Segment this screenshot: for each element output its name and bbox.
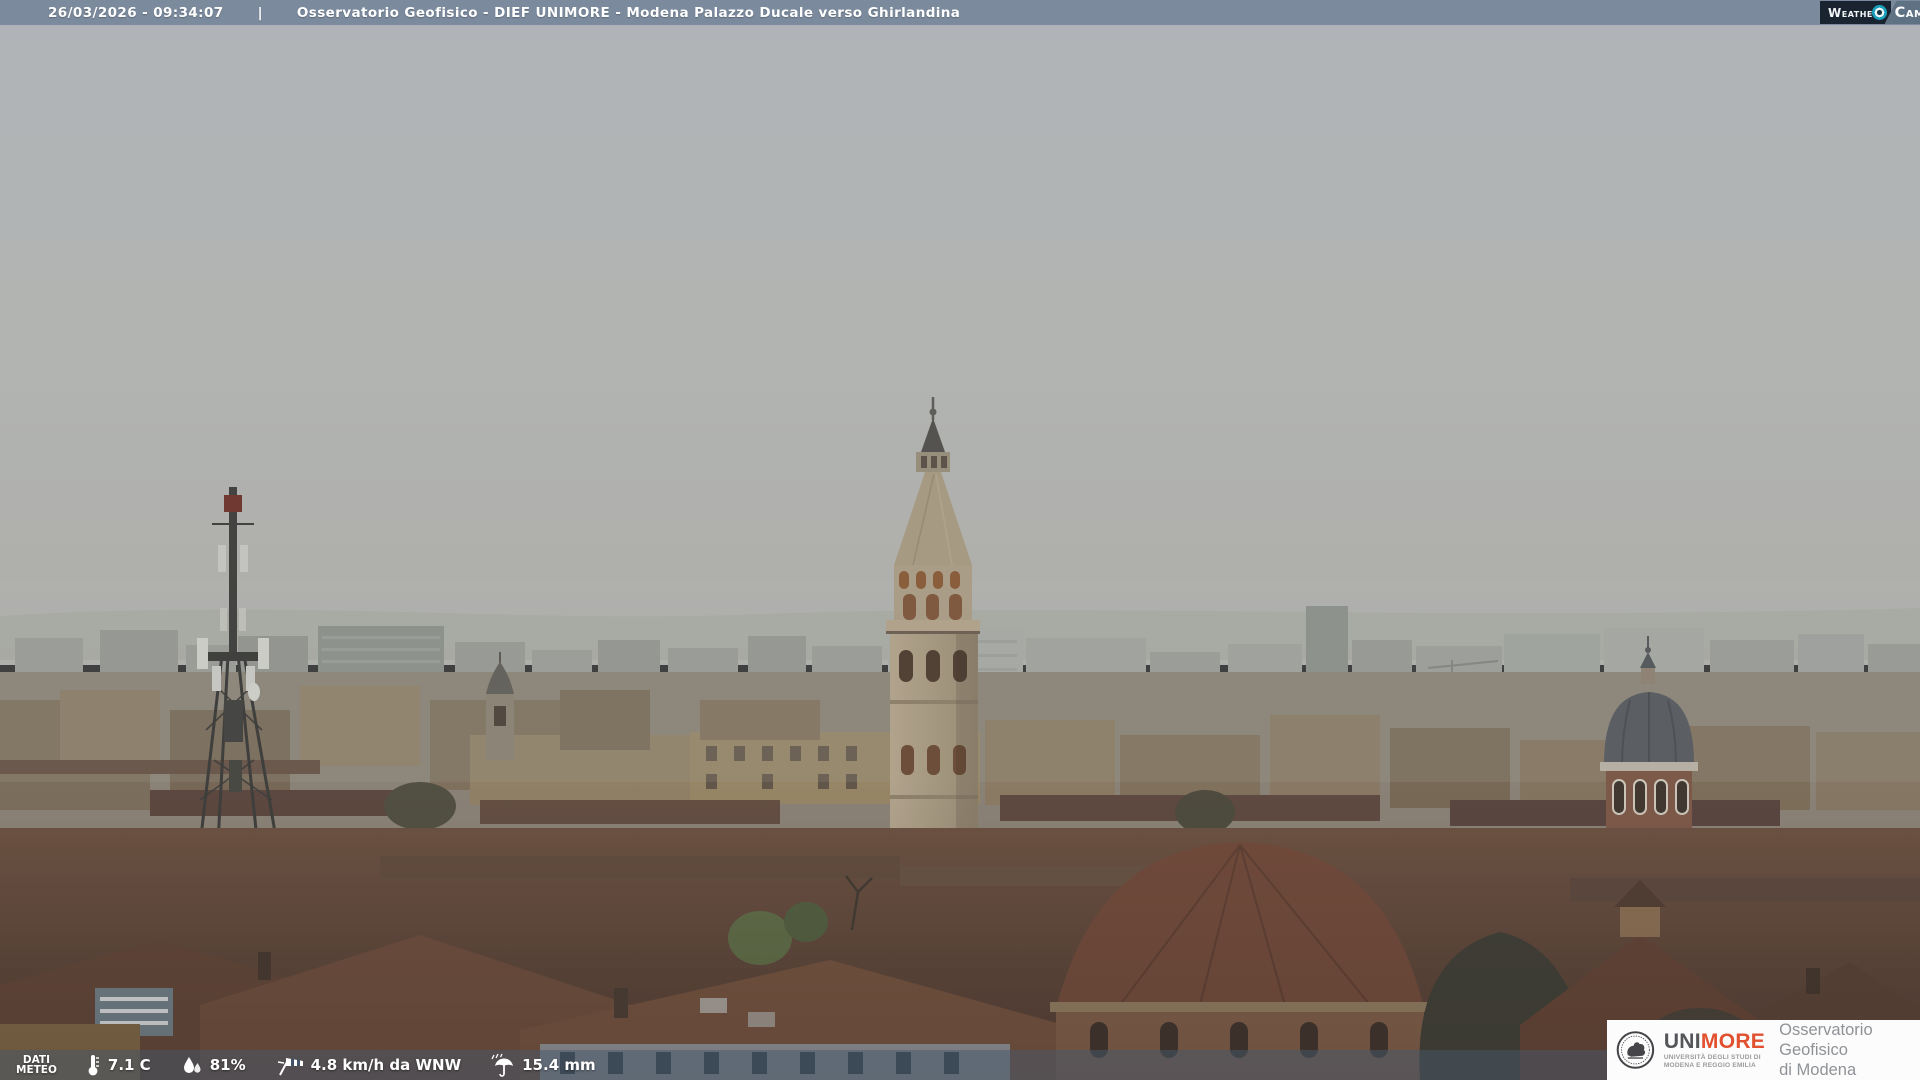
observatory-name: Osservatorio Geofisico di Modena: [1779, 1021, 1873, 1079]
humidity-value: 81%: [209, 1056, 246, 1074]
unimore-seal-icon: [1616, 1031, 1655, 1069]
rain-reading: 15.4 mm: [491, 1053, 596, 1077]
thermometer-icon: [88, 1055, 99, 1076]
webcam-page: 26/03/2026 - 09:34:07 | Osservatorio Geo…: [0, 0, 1920, 1080]
humidity-drops-icon: [183, 1057, 201, 1073]
unimore-wordmark: UNIMORE: [1663, 1029, 1766, 1053]
meteo-data-label: DATI METEO: [16, 1054, 57, 1076]
top-overlay-bar: 26/03/2026 - 09:34:07 | Osservatorio Geo…: [0, 0, 1920, 25]
wind-reading: 4.8 km/h da WNW: [276, 1054, 462, 1076]
temperature-reading: 7.1 C: [85, 1053, 151, 1077]
windsock-icon: [277, 1058, 303, 1076]
separator: |: [257, 4, 263, 21]
camera-title: Osservatorio Geofisico - DIEF UNIMORE - …: [296, 4, 961, 21]
webcam-scene: [0, 0, 1920, 1080]
unimore-subtitle: UNIVERSITÀ DEGLI STUDI DI MODENA E REGGI…: [1663, 1053, 1761, 1069]
humidity-reading: 81%: [181, 1054, 246, 1076]
wind-value: 4.8 km/h da WNW: [310, 1056, 462, 1074]
unimore-observatory-badge[interactable]: UNIMORE UNIVERSITÀ DEGLI STUDI DI MODENA…: [1607, 1020, 1920, 1080]
weathercam-logo[interactable]: Weather Cam: [1820, 1, 1920, 24]
timestamp: 26/03/2026 - 09:34:07: [48, 4, 224, 21]
rain-umbrella-icon: [491, 1053, 514, 1077]
rain-value: 15.4 mm: [522, 1056, 596, 1074]
temperature-value: 7.1 C: [107, 1056, 151, 1074]
camera-lens-icon: [1872, 5, 1887, 20]
